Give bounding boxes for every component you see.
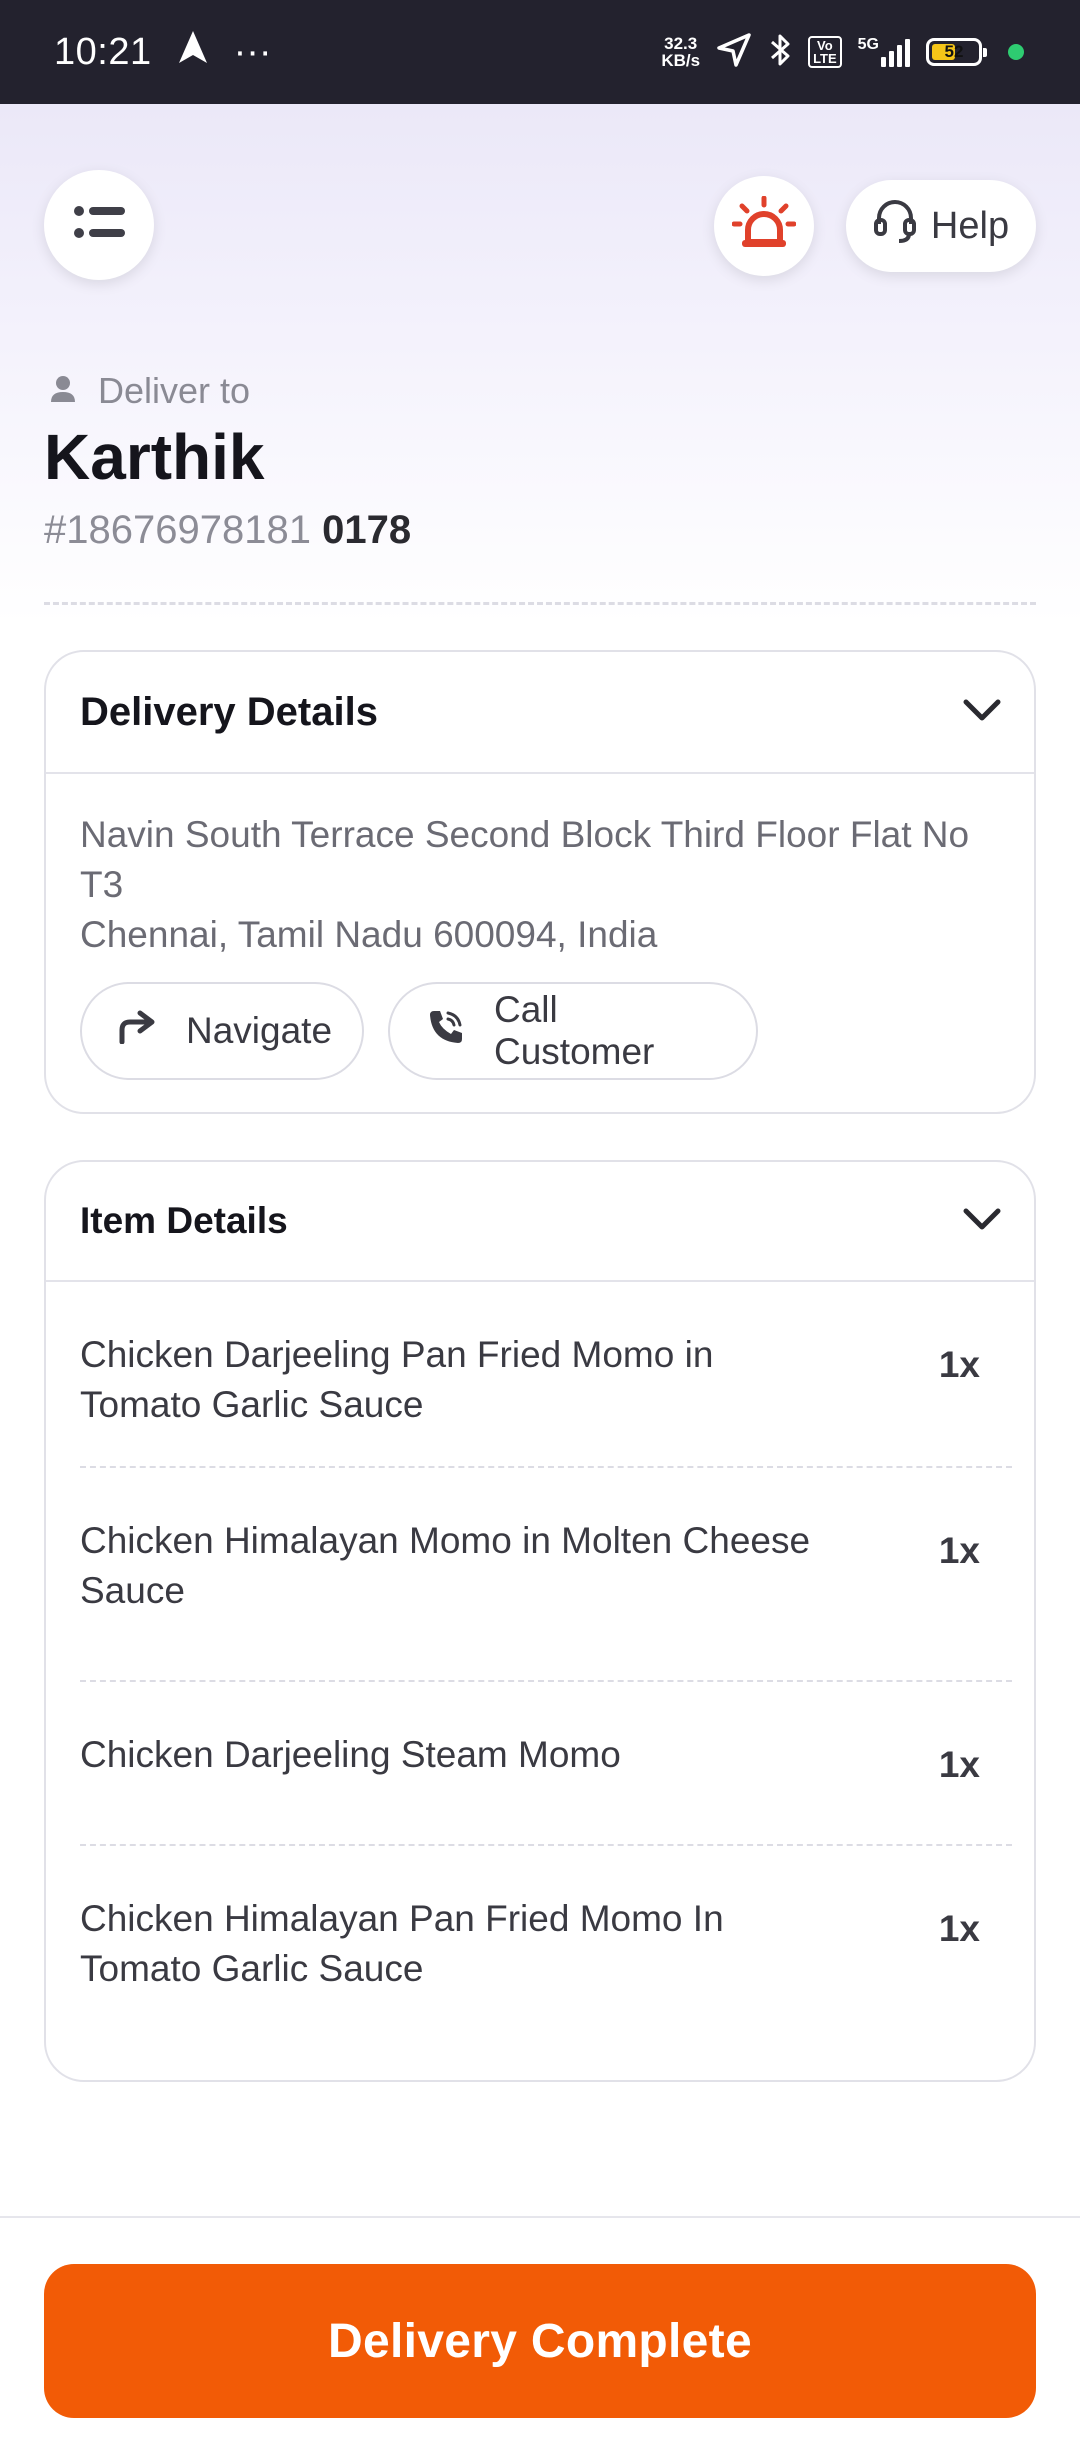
deliver-to-text: Deliver to [98, 370, 251, 411]
headset-icon [873, 198, 917, 254]
deliver-to-label: Deliver to [50, 370, 250, 412]
network-speed-unit: KB/s [661, 51, 701, 70]
help-label: Help [930, 204, 1010, 247]
item-divider [80, 1466, 1012, 1468]
customer-name: Karthik [44, 421, 265, 493]
signal-strength-icon: 5G [858, 37, 910, 67]
list-menu-icon [73, 203, 125, 248]
navigation-arrow-icon [178, 30, 208, 74]
item-details-card: Item Details Chicken Darjeeling Pan Frie… [44, 1160, 1036, 2082]
list-item: Chicken Himalayan Momo in Molten Cheese … [80, 1516, 1012, 1680]
item-divider [80, 1844, 1012, 1846]
item-divider [80, 1680, 1012, 1682]
privacy-indicator-dot [1008, 44, 1024, 60]
help-button[interactable]: Help [846, 180, 1036, 272]
list-item: Chicken Darjeeling Steam Momo 1x [80, 1730, 1012, 1844]
location-icon [716, 32, 752, 73]
list-item: Chicken Himalayan Pan Fried Momo In Toma… [80, 1894, 1012, 2034]
more-notifications-icon: ··· [233, 30, 272, 73]
item-name: Chicken Himalayan Pan Fried Momo In Toma… [80, 1898, 724, 1989]
delivery-details-header[interactable]: Delivery Details [46, 652, 1034, 774]
chevron-down-icon[interactable] [962, 1206, 1002, 1237]
status-bar-right: 32.3 KB/s Vo LTE 5G 52 [661, 32, 1024, 73]
sos-siren-icon [731, 195, 797, 257]
volte-icon: Vo LTE [808, 36, 842, 68]
item-quantity: 1x [938, 1744, 980, 1785]
item-name: Chicken Himalayan Momo in Molten Cheese … [80, 1520, 811, 1611]
item-quantity: 1x [938, 1908, 980, 1949]
order-id: #18676978181 0178 [44, 508, 411, 553]
menu-button[interactable] [44, 170, 154, 280]
list-item: Chicken Darjeeling Pan Fried Momo in Tom… [80, 1330, 1012, 1466]
network-speed: 32.3 KB/s [661, 35, 700, 69]
delivery-details-card: Delivery Details Navin South Terrace Sec… [44, 650, 1036, 1114]
delivery-actions: Navigate Call Customer [46, 960, 1034, 1080]
footer-divider [0, 2216, 1080, 2218]
item-details-title: Item Details [80, 1200, 288, 1241]
delivery-details-title: Delivery Details [80, 689, 378, 734]
delivery-address: Navin South Terrace Second Block Third F… [46, 774, 1034, 960]
call-customer-label: Call Customer [494, 989, 655, 1072]
item-name: Chicken Darjeeling Steam Momo [80, 1734, 621, 1775]
address-line-2: Chennai, Tamil Nadu 600094, India [80, 914, 658, 955]
item-name: Chicken Darjeeling Pan Fried Momo in Tom… [80, 1334, 714, 1425]
battery-level: 52 [944, 42, 964, 61]
clock: 10:21 [54, 30, 152, 73]
address-line-1: Navin South Terrace Second Block Third F… [80, 814, 970, 905]
item-quantity: 1x [938, 1530, 980, 1571]
network-type-label: 5G [857, 36, 879, 53]
status-bar: 10:21 ··· 32.3 KB/s Vo LTE 5G 52 [0, 0, 1080, 104]
person-icon [50, 370, 76, 412]
header-divider [44, 602, 1036, 605]
turn-right-arrow-icon [118, 1010, 158, 1053]
battery-icon: 52 [926, 38, 987, 66]
sos-alert-button[interactable] [714, 176, 814, 276]
order-id-suffix: 0178 [322, 508, 412, 552]
order-id-prefix: #18676978181 [44, 508, 311, 552]
chevron-down-icon[interactable] [962, 697, 1002, 728]
item-quantity: 1x [938, 1344, 980, 1385]
navigate-label: Navigate [186, 1010, 333, 1051]
navigate-button[interactable]: Navigate [80, 982, 364, 1080]
phone-call-icon [426, 1007, 466, 1056]
status-bar-left: 10:21 ··· [54, 30, 272, 74]
call-customer-button[interactable]: Call Customer [388, 982, 758, 1080]
bluetooth-icon [768, 32, 792, 73]
delivery-complete-button[interactable]: Delivery Complete [44, 2264, 1036, 2418]
item-details-header[interactable]: Item Details [46, 1162, 1034, 1282]
network-speed-value: 32.3 [664, 34, 698, 53]
